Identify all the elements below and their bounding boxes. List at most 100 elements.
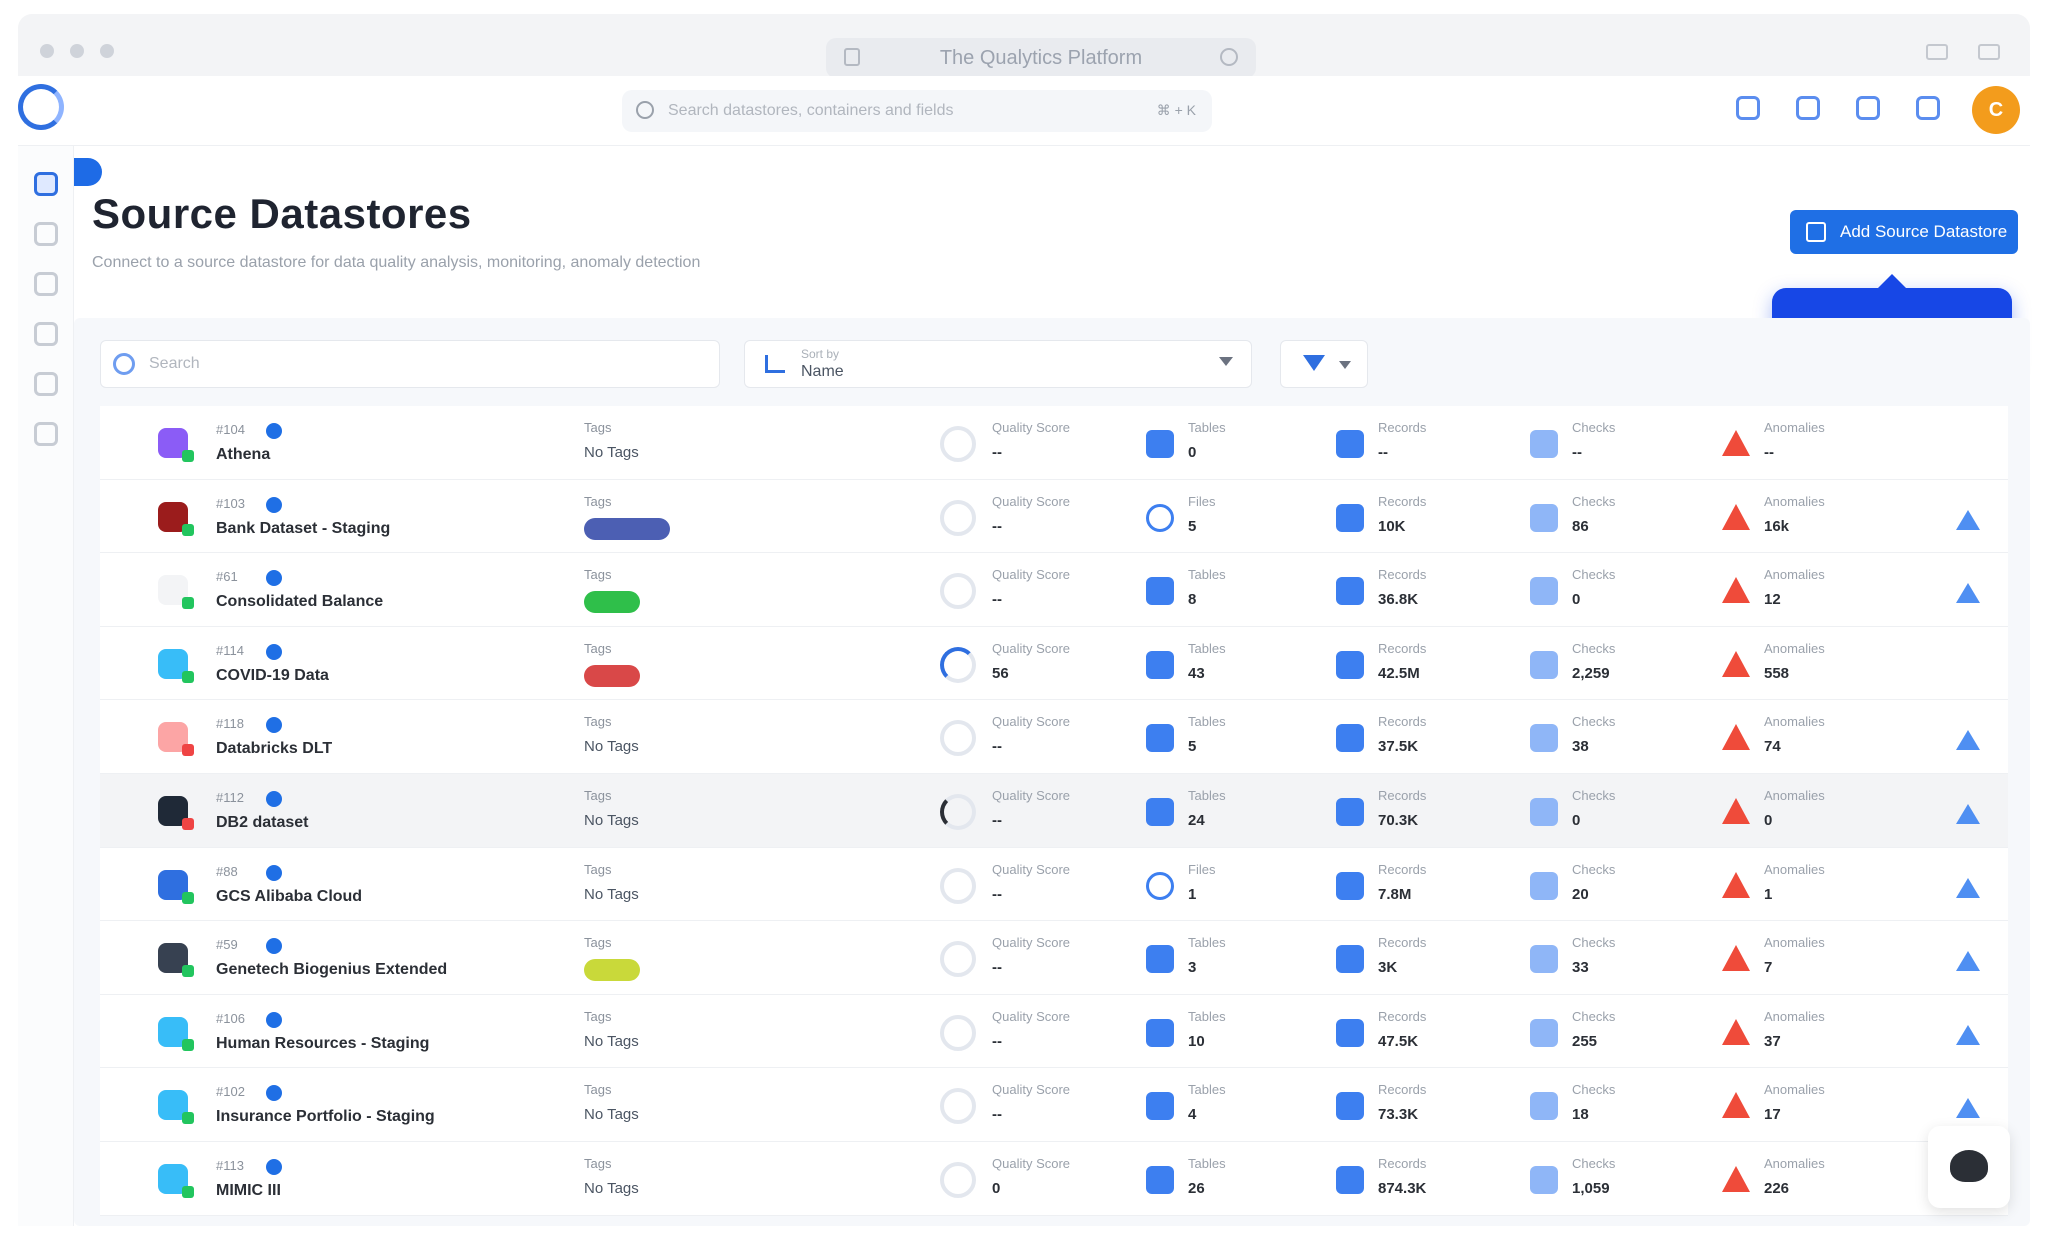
row-action-icon[interactable] bbox=[1956, 951, 1980, 972]
sidebar-toggle-icon[interactable] bbox=[1926, 44, 1948, 60]
table-row[interactable]: #106 Human Resources - Staging Tags No Tags… bbox=[100, 994, 2008, 1069]
table-row[interactable]: #113 MIMIC III Tags No Tags Quality Score 0 Ta… bbox=[100, 1141, 2008, 1216]
datastore-id: #114 bbox=[216, 642, 244, 658]
checks-icon bbox=[1530, 1092, 1558, 1121]
user-icon[interactable] bbox=[1736, 96, 1760, 120]
anomalies-label: Anomalies bbox=[1764, 714, 1825, 730]
checks-value: 86 bbox=[1572, 517, 1589, 535]
address-bar[interactable]: The Qualytics Platform bbox=[826, 38, 1256, 78]
nav-settings-icon[interactable] bbox=[33, 422, 58, 446]
tags-value: No Tags bbox=[584, 811, 639, 829]
row-action-icon[interactable] bbox=[1956, 583, 1980, 604]
quality-score-value: -- bbox=[992, 738, 1002, 756]
settings-icon[interactable] bbox=[1856, 96, 1880, 120]
row-action-icon[interactable] bbox=[1956, 509, 1980, 530]
filter-button[interactable] bbox=[1280, 340, 1368, 388]
avatar[interactable]: C bbox=[1972, 86, 2020, 134]
add-source-datastore-button[interactable]: Add Source Datastore bbox=[1790, 210, 2018, 254]
nav-explore-icon[interactable] bbox=[33, 222, 58, 246]
datastore-name[interactable]: Human Resources - Staging bbox=[216, 1035, 429, 1053]
collapse-sidebar-button[interactable] bbox=[74, 158, 102, 186]
reload-icon[interactable] bbox=[1220, 48, 1238, 66]
nav-checks-icon[interactable] bbox=[33, 272, 58, 296]
checks-value: 38 bbox=[1572, 738, 1589, 756]
records-label: Records bbox=[1378, 567, 1427, 583]
qualytics-logo[interactable] bbox=[18, 84, 64, 130]
records-value: 7.8M bbox=[1378, 885, 1412, 903]
tag-pill[interactable] bbox=[584, 959, 640, 982]
connection-status-icon bbox=[182, 1112, 194, 1125]
left-navigation bbox=[18, 146, 74, 1226]
tag-pill[interactable] bbox=[584, 517, 670, 540]
anomaly-icon bbox=[1722, 577, 1750, 604]
datastore-search-input[interactable]: Search bbox=[100, 340, 720, 388]
row-action-icon[interactable] bbox=[1956, 803, 1980, 824]
records-icon bbox=[1336, 430, 1364, 458]
table-row[interactable]: #59 Genetech Biogenius Extended Tags Qualit… bbox=[100, 921, 2008, 995]
nav-anomalies-icon[interactable] bbox=[33, 322, 58, 346]
datastore-name[interactable]: Genetech Biogenius Extended bbox=[216, 961, 447, 979]
verified-icon bbox=[266, 717, 282, 734]
table-row[interactable]: #61 Consolidated Balance Tags Quality Score… bbox=[100, 553, 2008, 627]
row-action-icon[interactable] bbox=[1956, 1024, 1980, 1045]
datastore-name[interactable]: Insurance Portfolio - Staging bbox=[216, 1108, 435, 1126]
close-dot-icon[interactable] bbox=[40, 44, 54, 58]
chevron-down-icon bbox=[1219, 357, 1233, 366]
records-icon bbox=[1336, 577, 1364, 606]
table-icon bbox=[1146, 797, 1174, 826]
records-label: Records bbox=[1378, 640, 1427, 656]
datastore-name[interactable]: GCS Alibaba Cloud bbox=[216, 888, 362, 906]
fullscreen-icon[interactable] bbox=[1978, 44, 2000, 60]
records-value: 42.5M bbox=[1378, 664, 1420, 682]
records-value: 3K bbox=[1378, 959, 1398, 977]
table-row[interactable]: #118 Databricks DLT Tags No Tags Quality Sco… bbox=[100, 700, 2008, 774]
datastore-name[interactable]: Athena bbox=[216, 446, 270, 464]
datastore-name[interactable]: MIMIC III bbox=[216, 1182, 281, 1200]
sort-select[interactable]: Sort by Name bbox=[744, 340, 1252, 388]
window-controls[interactable] bbox=[40, 44, 114, 58]
row-action-icon[interactable] bbox=[1956, 877, 1980, 898]
anomalies-label: Anomalies bbox=[1764, 1008, 1825, 1024]
row-action-icon[interactable] bbox=[1956, 1098, 1980, 1119]
checks-label: Checks bbox=[1572, 420, 1616, 435]
tag-pill[interactable] bbox=[584, 664, 640, 687]
page-subtitle: Connect to a source datastore for data q… bbox=[92, 254, 701, 271]
datastore-name[interactable]: COVID-19 Data bbox=[216, 667, 329, 685]
anomalies-label: Anomalies bbox=[1764, 493, 1825, 509]
count-label: Tables bbox=[1188, 1155, 1226, 1171]
count-label: Files bbox=[1188, 861, 1216, 877]
nav-activity-icon[interactable] bbox=[33, 372, 58, 396]
table-row[interactable]: #102 Insurance Portfolio - Staging Tags No … bbox=[100, 1068, 2008, 1142]
tags-value: No Tags bbox=[584, 1106, 639, 1124]
count-value: 0 bbox=[1188, 444, 1197, 461]
support-chat-button[interactable] bbox=[1928, 1126, 2010, 1208]
expand-dot-icon[interactable] bbox=[100, 44, 114, 58]
calendar-icon[interactable] bbox=[1796, 96, 1820, 120]
checks-icon bbox=[1530, 577, 1558, 606]
chat-icon[interactable] bbox=[1916, 96, 1940, 120]
datastore-name[interactable]: Bank Dataset - Staging bbox=[216, 520, 390, 538]
anomalies-label: Anomalies bbox=[1764, 1155, 1825, 1171]
table-row[interactable]: #112 DB2 dataset Tags No Tags Quality Score -… bbox=[100, 773, 2008, 848]
tags-label: Tags bbox=[584, 787, 612, 803]
quality-ring-icon bbox=[940, 867, 976, 904]
table-row[interactable]: #88 GCS Alibaba Cloud Tags No Tags Quality S… bbox=[100, 847, 2008, 922]
table-row[interactable]: #114 COVID-19 Data Tags Quality Score 56 Tabl… bbox=[100, 626, 2008, 701]
datastore-name[interactable]: Databricks DLT bbox=[216, 740, 332, 758]
nav-home-icon[interactable] bbox=[33, 172, 58, 196]
tag-pill[interactable] bbox=[584, 591, 640, 614]
count-label: Files bbox=[1188, 493, 1216, 509]
count-value: 5 bbox=[1188, 738, 1197, 756]
datastore-name[interactable]: Consolidated Balance bbox=[216, 593, 383, 611]
datastore-name[interactable]: DB2 dataset bbox=[216, 814, 308, 832]
table-row[interactable]: #104 Athena Tags No Tags Quality Score -- Tabl… bbox=[100, 406, 2008, 480]
chat-bot-icon bbox=[1950, 1150, 1988, 1182]
table-row[interactable]: #103 Bank Dataset - Staging Tags Quality Sc… bbox=[100, 479, 2008, 554]
quality-score-value: -- bbox=[992, 811, 1002, 829]
verified-icon bbox=[266, 1011, 282, 1028]
global-search-input[interactable]: Search datastores, containers and fields… bbox=[622, 90, 1212, 132]
checks-label: Checks bbox=[1572, 1155, 1616, 1171]
row-action-icon[interactable] bbox=[1956, 730, 1980, 751]
checks-label: Checks bbox=[1572, 935, 1616, 951]
minimize-dot-icon[interactable] bbox=[70, 44, 84, 58]
